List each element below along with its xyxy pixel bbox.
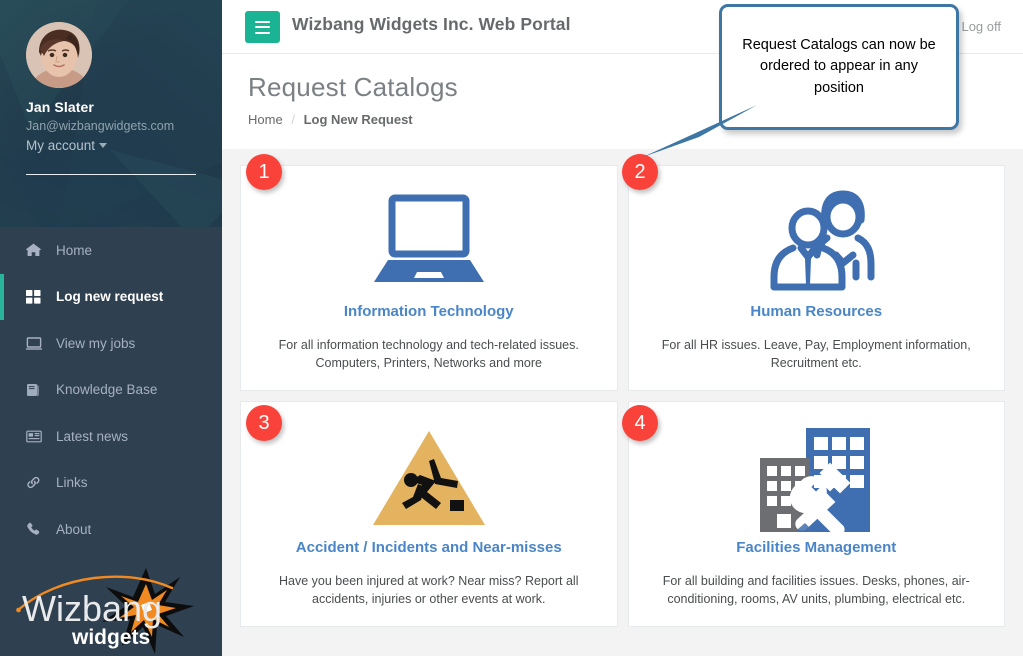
people-icon [757,183,875,301]
profile-divider [26,174,196,175]
sidebar-profile-panel: Jan Slater Jan@wizbangwidgets.com My acc… [0,0,222,227]
annotation-callout: Request Catalogs can now be ordered to a… [643,4,959,157]
avatar[interactable] [26,22,92,88]
hamburger-bar [255,20,270,23]
catalog-card-human-resources[interactable]: Human Resources For all HR issues. Leave… [627,165,1005,391]
sidebar-item-label: About [56,521,92,537]
catalog-card-information-technology[interactable]: Information Technology For all informati… [240,165,618,391]
hamburger-menu-button[interactable] [245,11,280,43]
laptop-icon [370,183,488,301]
catalog-card-title: Human Resources [750,303,883,320]
chevron-down-icon [99,143,108,148]
grid-icon [26,289,48,304]
svg-text:widgets: widgets [71,626,150,649]
sidebar-item-label: Links [56,475,88,491]
sidebar-item-latest-news[interactable]: Latest news [0,413,222,460]
annotation-badge-1: 1 [246,154,282,190]
catalog-card-title: Facilities Management [736,539,897,556]
callout-text: Request Catalogs can now be ordered to a… [742,37,936,96]
decorative-polygon [110,150,222,227]
buildings-tools-icon [756,419,876,537]
sidebar-item-home[interactable]: Home [0,227,222,274]
book-icon [26,383,48,397]
breadcrumb-separator: / [291,112,295,127]
sidebar-item-about[interactable]: About [0,506,222,553]
sidebar-item-label: View my jobs [56,335,136,351]
sidebar-item-label: Latest news [56,428,129,444]
svg-text:Wizbang: Wizbang [22,588,162,629]
hamburger-bar [255,31,270,34]
phone-icon [26,522,48,536]
sidebar-item-label: Log new request [56,289,164,305]
catalog-card-facilities-management[interactable]: Facilities Management For all building a… [627,401,1005,627]
callout-tail [643,105,757,157]
catalog-row: Information Technology For all informati… [240,165,1005,391]
catalog-card-description: For all information technology and tech-… [278,338,579,371]
breadcrumb-home[interactable]: Home [248,112,283,127]
breadcrumb-current: Log New Request [303,112,413,127]
hamburger-bar [255,26,270,28]
my-account-menu[interactable]: My account [26,138,108,153]
catalog-card-title: Information Technology [343,303,514,320]
wizbang-widgets-logo: Wizbang widgets [0,566,222,656]
my-account-label: My account [26,138,96,153]
sidebar-item-links[interactable]: Links [0,460,222,507]
catalog-card-accident-incidents[interactable]: Accident / Incidents and Near-misses Hav… [240,401,618,627]
sidebar-item-view-my-jobs[interactable]: View my jobs [0,320,222,367]
catalog-card-description: For all building and facilities issues. … [662,574,970,607]
slip-hazard-icon [371,419,487,537]
profile-email: Jan@wizbangwidgets.com [26,119,175,133]
sidebar-item-knowledge-base[interactable]: Knowledge Base [0,367,222,414]
logoff-link[interactable]: Log off [961,19,1001,34]
annotation-badge-4: 4 [622,405,658,441]
catalog-grid: Information Technology For all informati… [222,149,1023,627]
catalog-card-description: Have you been injured at work? Near miss… [279,574,579,607]
monitor-icon [26,337,48,350]
sidebar-item-label: Knowledge Base [56,382,158,398]
annotation-badge-3: 3 [246,405,282,441]
catalog-card-title: Accident / Incidents and Near-misses [295,539,562,556]
newspaper-icon [26,430,48,443]
portal-title: Wizbang Widgets Inc. Web Portal [292,14,571,34]
catalog-card-description: For all HR issues. Leave, Pay, Employmen… [661,338,971,371]
link-icon [26,476,48,489]
sidebar: Jan Slater Jan@wizbangwidgets.com My acc… [0,0,222,656]
home-icon [26,243,48,257]
profile-name: Jan Slater [26,99,94,115]
sidebar-item-log-new-request[interactable]: Log new request [0,273,222,321]
catalog-row: Accident / Incidents and Near-misses Hav… [240,401,1005,627]
sidebar-item-label: Home [56,242,93,258]
app-root: Jan Slater Jan@wizbangwidgets.com My acc… [0,0,1023,656]
sidebar-nav: Home Log new request View my jobs Knowle… [0,227,222,553]
